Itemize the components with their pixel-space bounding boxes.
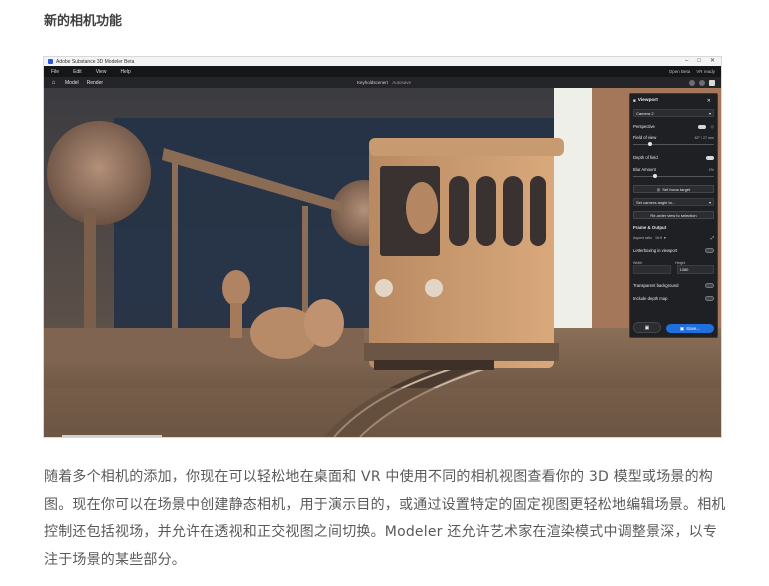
camera-select[interactable]: Camera 2 ▾ [633, 109, 714, 117]
frame-output-heading: Frame & Output [633, 225, 667, 230]
vr-status[interactable]: VR ready [696, 69, 715, 74]
share-icon[interactable] [709, 79, 715, 86]
minimize-button[interactable]: – [685, 57, 688, 66]
timeline-strip [62, 435, 162, 437]
reorder-view-button[interactable]: Re-order view to selection [633, 211, 714, 219]
panel-title: Viewport [637, 98, 658, 103]
menu-file[interactable]: File [51, 69, 59, 75]
home-icon[interactable]: ⌂ [50, 80, 57, 86]
tram-headlight-right [425, 279, 443, 297]
set-focus-target-button[interactable]: ◎ Set focus target [633, 185, 714, 193]
menu-bar: File Edit View Help Open Beta VR ready [44, 66, 721, 77]
tab-render[interactable]: Render [87, 80, 103, 86]
character-dog [304, 299, 344, 347]
perspective-toggle[interactable] [698, 124, 706, 129]
menu-help[interactable]: Help [120, 69, 130, 75]
scene-render [44, 88, 721, 437]
chevron-down-icon: ▾ [663, 235, 666, 240]
camera-select-value: Camera 2 [636, 110, 654, 116]
target-icon: ◎ [656, 186, 661, 192]
mode-toolbar: ⌂ Model Render Keyholdscenert Autosave [44, 77, 721, 88]
width-input[interactable] [633, 265, 671, 274]
orthographic-icon[interactable]: ◎ [711, 124, 715, 129]
save-label: Save... [686, 326, 701, 331]
window-titlebar: Adobe Substance 3D Modeler Beta – □ ✕ [44, 57, 721, 66]
save-camera-icon: ▣ [679, 325, 685, 331]
transparent-bg-label: Transparent background [633, 283, 679, 288]
aspect-ratio-label: Aspect ratio [633, 235, 652, 240]
body-paragraph: 随着多个相机的添加，你现在可以轻松地在桌面和 VR 中使用不同的相机视图查看你的… [44, 469, 726, 568]
link-icon[interactable]: ⤢ [711, 235, 714, 240]
dof-toggle[interactable] [706, 155, 714, 160]
fov-label: Field of view [633, 135, 657, 140]
tram-driver [406, 182, 438, 234]
fov-slider-knob[interactable] [647, 142, 652, 146]
aspect-ratio-value[interactable]: 16:9 [655, 236, 662, 240]
tree-left [47, 121, 151, 225]
close-icon[interactable]: ✕ [707, 98, 711, 104]
height-input[interactable]: 1080 [676, 265, 714, 274]
dof-label: Depth of field [633, 155, 658, 160]
menu-edit[interactable]: Edit [73, 69, 82, 75]
camera-capture-button[interactable]: ▣ [633, 322, 661, 333]
width-label: Width [633, 260, 643, 265]
settings-icon[interactable] [689, 79, 695, 86]
set-focus-target-label: Set focus target [662, 186, 691, 192]
foreground-blur [44, 388, 721, 437]
beta-label: Open Beta [668, 69, 691, 74]
character-standing [222, 270, 250, 306]
viewport-panel: ■ Viewport ✕ Camera 2 ▾ Perspective ◎ Fi… [629, 93, 718, 338]
blur-slider-knob[interactable] [653, 174, 658, 178]
window-title: Adobe Substance 3D Modeler Beta [56, 58, 135, 65]
height-label: Height [675, 260, 686, 265]
camera-angle-label: Set camera angle to... [636, 199, 676, 205]
reorder-view-label: Re-order view to selection [650, 212, 697, 218]
camera-icon: ▣ [644, 324, 650, 331]
tree-trunk [84, 208, 96, 338]
letterboxing-label: Letterboxing in viewport [633, 248, 678, 253]
tram-roof [369, 138, 564, 156]
include-depth-toggle[interactable] [705, 296, 714, 301]
blur-value: 2% [708, 167, 714, 172]
camera-angle-select[interactable]: Set camera angle to... ▾ [633, 198, 714, 206]
document-status: Autosave [392, 80, 412, 85]
chevron-down-icon: ▾ [708, 110, 711, 116]
blur-label: Blur Amount [633, 167, 656, 172]
document-title: Keyholdscenert Autosave [357, 80, 411, 85]
letterboxing-toggle[interactable] [705, 248, 714, 253]
close-window-button[interactable]: ✕ [710, 57, 715, 66]
render-viewport[interactable] [44, 88, 721, 437]
maximize-button[interactable]: □ [697, 57, 701, 66]
blur-slider[interactable] [633, 174, 714, 178]
chevron-down-icon: ▾ [708, 199, 711, 205]
fov-value: 62° / 27 mm [694, 135, 714, 140]
camera-icon[interactable] [699, 79, 705, 86]
tram-wheels [374, 360, 494, 370]
bright-window [554, 88, 594, 338]
tram-base [364, 343, 559, 361]
app-screenshot: Adobe Substance 3D Modeler Beta – □ ✕ Fi… [44, 57, 721, 437]
menu-view[interactable]: View [96, 69, 107, 75]
fov-slider[interactable] [633, 142, 714, 146]
include-depth-label: Include depth map [633, 296, 668, 301]
perspective-label: Perspective [633, 124, 655, 129]
tram-headlight-left [375, 279, 393, 297]
viewport-camera-icon: ■ [633, 98, 636, 103]
save-button[interactable]: ▣ Save... [666, 324, 714, 333]
app-logo-icon [48, 59, 53, 64]
document-name: Keyholdscenert [357, 80, 389, 85]
transparent-bg-toggle[interactable] [705, 283, 714, 288]
tab-model[interactable]: Model [65, 80, 79, 86]
section-heading: 新的相机功能 [44, 14, 123, 29]
